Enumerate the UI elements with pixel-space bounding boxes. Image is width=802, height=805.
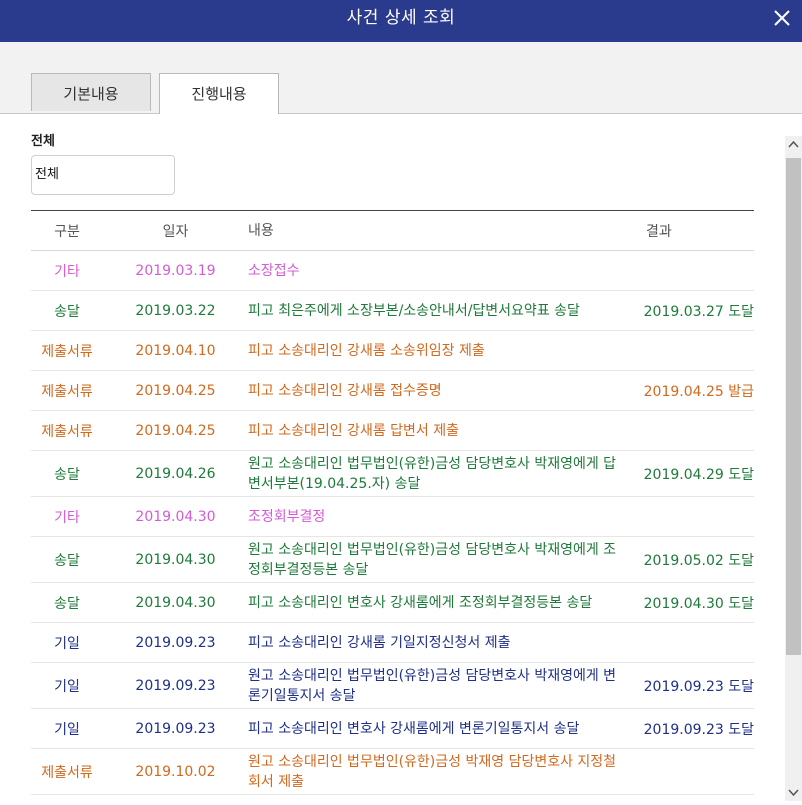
table-row: 제출서류 2019.04.10 피고 소송대리인 강새롬 소송위임장 제출	[31, 331, 754, 371]
row-category: 송달	[54, 552, 80, 569]
scroll-down-icon[interactable]	[785, 784, 802, 801]
row-date: 2019.09.23	[135, 677, 216, 694]
row-content: 피고 소송대리인 강새롬 기일지정신청서 제출	[248, 634, 511, 651]
row-date: 2019.09.23	[135, 634, 216, 651]
progress-table: 구분 일자 내용 결과 기타 2019.03.19 소장접수송달 2019.03.22…	[31, 210, 754, 795]
row-date: 2019.04.26	[135, 465, 216, 482]
window-title: 사건 상세 조회	[346, 8, 456, 28]
row-result: 2019.03.27 도달	[643, 303, 754, 320]
table-row: 제출서류 2019.04.25 피고 소송대리인 강새롬 접수증명 2019.04.2…	[31, 371, 754, 411]
row-content: 피고 소송대리인 강새롬 접수증명	[248, 382, 442, 399]
scroll-up-icon[interactable]	[785, 136, 802, 153]
row-category: 제출서류	[41, 764, 93, 781]
scrollbar-thumb[interactable]	[786, 158, 801, 655]
row-content: 원고 소송대리인 법무법인(유한)금성 담당변호사 박재영에게 조정회부결정등본…	[248, 541, 617, 578]
progress-panel: 전체 전체 구분 일자 내용 결과 기타 2019.03.19 소장접수송달 2019…	[0, 114, 785, 801]
row-date: 2019.04.30	[135, 508, 216, 525]
row-category: 기타	[54, 509, 80, 526]
tab-bar: 기본내용 진행내용	[0, 42, 802, 114]
row-category: 송달	[54, 303, 80, 320]
table-row: 송달 2019.04.30 피고 소송대리인 변호사 강새롬에게 조정회부결정등본 …	[31, 583, 754, 623]
table-row: 기타 2019.04.30 조정회부결정	[31, 497, 754, 537]
filter-label: 전체	[31, 134, 55, 149]
row-content: 피고 소송대리인 변호사 강새롬에게 변론기일통지서 송달	[248, 720, 580, 737]
table-row: 기일 2019.09.23 피고 소송대리인 강새롬 기일지정신청서 제출	[31, 623, 754, 663]
row-category: 제출서류	[41, 343, 93, 360]
table-row: 기타 2019.03.19 소장접수	[31, 251, 754, 291]
row-category: 제출서류	[41, 423, 93, 440]
row-content: 조정회부결정	[248, 508, 326, 525]
row-result: 2019.04.30 도달	[643, 595, 754, 612]
title-bar: 사건 상세 조회	[0, 0, 802, 42]
table-row: 제출서류 2019.10.02 원고 소송대리인 법무법인(유한)금성 박재영 담당…	[31, 749, 754, 795]
row-category: 기일	[54, 721, 80, 738]
row-date: 2019.09.23	[135, 720, 216, 737]
row-date: 2019.04.30	[135, 551, 216, 568]
table-row: 기일 2019.09.23 피고 소송대리인 변호사 강새롬에게 변론기일통지서 송…	[31, 709, 754, 749]
row-content: 피고 최은주에게 소장부본/소송안내서/답변서요약표 송달	[248, 302, 580, 319]
row-category: 기일	[54, 678, 80, 695]
row-content: 원고 소송대리인 법무법인(유한)금성 박재영 담당변호사 지정철회서 제출	[248, 753, 617, 790]
header-category: 구분	[54, 223, 80, 240]
row-date: 2019.03.19	[135, 262, 216, 279]
row-result: 2019.09.23 도달	[643, 678, 754, 695]
header-content: 내용	[248, 222, 274, 239]
header-date: 일자	[162, 223, 189, 240]
table-row: 송달 2019.03.22 피고 최은주에게 소장부본/소송안내서/답변서요약표 송…	[31, 291, 754, 331]
vertical-scrollbar[interactable]	[785, 136, 802, 801]
row-category: 송달	[54, 466, 80, 483]
row-date: 2019.04.25	[135, 422, 216, 439]
row-date: 2019.04.25	[135, 382, 216, 399]
row-content: 피고 소송대리인 강새롬 답변서 제출	[248, 422, 459, 439]
tab-basic-info[interactable]: 기본내용	[31, 73, 151, 111]
filter-select[interactable]: 전체	[31, 155, 175, 195]
table-row: 제출서류 2019.04.25 피고 소송대리인 강새롬 답변서 제출	[31, 411, 754, 451]
row-content: 피고 소송대리인 강새롬 소송위임장 제출	[248, 342, 485, 359]
row-result: 2019.04.29 도달	[643, 466, 754, 483]
close-icon[interactable]	[770, 6, 794, 30]
row-content: 소장접수	[248, 262, 300, 279]
row-date: 2019.03.22	[135, 302, 216, 319]
row-content: 원고 소송대리인 법무법인(유한)금성 담당변호사 박재영에게 변론기일통지서 …	[248, 667, 617, 704]
row-date: 2019.04.30	[135, 594, 216, 611]
row-date: 2019.10.02	[135, 763, 216, 780]
row-result: 2019.04.25 발급	[643, 383, 754, 400]
row-date: 2019.04.10	[135, 342, 216, 359]
row-category: 기일	[54, 635, 80, 652]
tab-progress[interactable]: 진행내용	[159, 73, 279, 114]
row-category: 기타	[54, 263, 80, 280]
row-content: 피고 소송대리인 변호사 강새롬에게 조정회부결정등본 송달	[248, 594, 593, 611]
row-category: 송달	[54, 595, 80, 612]
row-content: 원고 소송대리인 법무법인(유한)금성 담당변호사 박재영에게 답변서부본(19…	[248, 455, 617, 492]
row-result: 2019.05.02 도달	[643, 552, 754, 569]
table-row: 송달 2019.04.26 원고 소송대리인 법무법인(유한)금성 담당변호사 박재…	[31, 451, 754, 497]
row-category: 제출서류	[41, 383, 93, 400]
table-header: 구분 일자 내용 결과	[31, 211, 754, 251]
table-row: 송달 2019.04.30 원고 소송대리인 법무법인(유한)금성 담당변호사 박재…	[31, 537, 754, 583]
header-result: 결과	[646, 223, 672, 240]
table-row: 기일 2019.09.23 원고 소송대리인 법무법인(유한)금성 담당변호사 박재…	[31, 663, 754, 709]
row-result: 2019.09.23 도달	[643, 721, 754, 738]
